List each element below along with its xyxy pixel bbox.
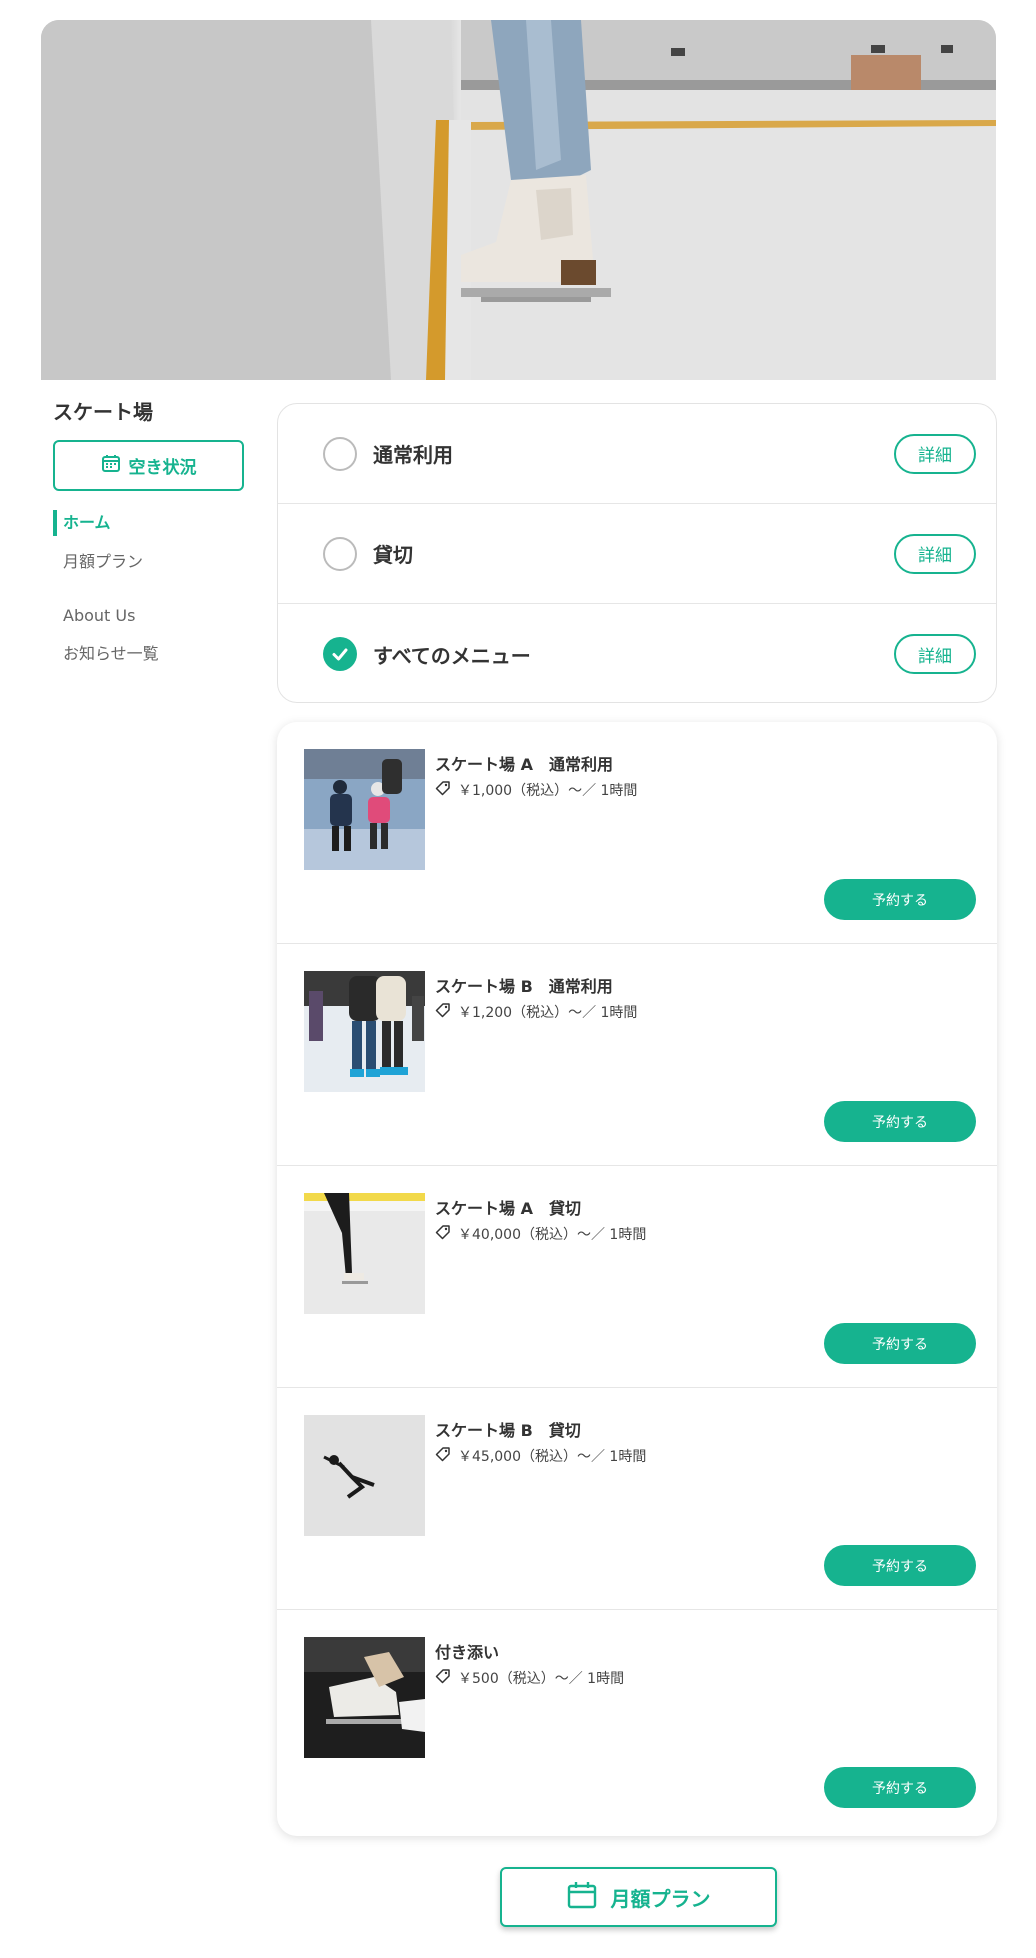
plan-thumbnail: [304, 749, 425, 870]
hero-skate-photo: [41, 20, 996, 380]
plan-price: ￥1,200（税込）〜／ 1時間: [435, 1002, 637, 1022]
detail-button[interactable]: 詳細: [894, 533, 976, 574]
nav-item-about-us[interactable]: About Us: [53, 602, 253, 640]
price-text: ￥40,000（税込）〜／ 1時間: [458, 1227, 647, 1243]
plan-item: スケート場 A 貸切 ￥40,000（税込）〜／ 1時間 予約する: [277, 1166, 997, 1388]
detail-button[interactable]: 詳細: [894, 433, 976, 474]
menu-filter-card: 通常利用 詳細 貸切 詳細 すべてのメニュー 詳細: [277, 403, 997, 703]
tag-icon: [435, 1668, 451, 1688]
price-text: ￥45,000（税込）〜／ 1時間: [458, 1449, 647, 1465]
plan-thumbnail: [304, 1193, 425, 1314]
tag-icon: [435, 780, 451, 800]
calendar-icon: [567, 1881, 597, 1914]
plan-name: 付き添い: [435, 1643, 500, 1662]
filter-row-all[interactable]: すべてのメニュー 詳細: [278, 604, 996, 704]
plan-item: スケート場 B 通常利用 ￥1,200（税込）〜／ 1時間 予約する: [277, 944, 997, 1166]
plan-name: スケート場 B 貸切: [435, 1421, 581, 1440]
tag-icon: [435, 1446, 451, 1466]
reserve-button[interactable]: 予約する: [824, 1545, 976, 1586]
plan-name: スケート場 B 通常利用: [435, 977, 613, 996]
reserve-button[interactable]: 予約する: [824, 879, 976, 920]
plan-price: ￥1,000（税込）〜／ 1時間: [435, 780, 637, 800]
plan-name: スケート場 A 貸切: [435, 1199, 581, 1218]
plan-name: スケート場 A 通常利用: [435, 755, 613, 774]
plan-thumbnail: [304, 1415, 425, 1536]
reserve-button[interactable]: 予約する: [824, 1323, 976, 1364]
hero-image: [41, 20, 996, 380]
reserve-button[interactable]: 予約する: [824, 1767, 976, 1808]
detail-button[interactable]: 詳細: [894, 634, 976, 674]
plan-thumbnail: [304, 1637, 425, 1758]
plan-item: スケート場 B 貸切 ￥45,000（税込）〜／ 1時間 予約する: [277, 1388, 997, 1610]
radio-checked-icon[interactable]: [323, 637, 357, 671]
monthly-plan-label: 月額プラン: [610, 1886, 711, 1911]
availability-label: 空き状況: [128, 458, 197, 478]
plan-price: ￥45,000（税込）〜／ 1時間: [435, 1446, 646, 1466]
monthly-plan-button[interactable]: 月額プラン: [500, 1867, 777, 1927]
plan-item: 付き添い ￥500（税込）〜／ 1時間 予約する: [277, 1610, 997, 1832]
price-text: ￥500（税込）〜／ 1時間: [458, 1671, 625, 1687]
availability-button[interactable]: 空き状況: [53, 440, 244, 491]
nav-item-news-list[interactable]: お知らせ一覧: [53, 640, 253, 678]
plan-price: ￥40,000（税込）〜／ 1時間: [435, 1224, 646, 1244]
price-text: ￥1,000（税込）〜／ 1時間: [458, 783, 638, 799]
plan-item: スケート場 A 通常利用 ￥1,000（税込）〜／ 1時間 予約する: [277, 722, 997, 944]
nav-item-monthly-plan[interactable]: 月額プラン: [53, 548, 253, 586]
plans-list: スケート場 A 通常利用 ￥1,000（税込）〜／ 1時間 予約する スケート場…: [277, 722, 997, 1836]
sidebar-nav: ホーム 月額プラン About Us お知らせ一覧: [53, 510, 253, 678]
plan-price: ￥500（税込）〜／ 1時間: [435, 1668, 624, 1688]
nav-item-home[interactable]: ホーム: [53, 510, 253, 536]
filter-row-private[interactable]: 貸切 詳細: [278, 504, 996, 604]
plan-thumbnail: [304, 971, 425, 1092]
filter-label: 通常利用: [373, 443, 453, 467]
filter-label: 貸切: [373, 543, 413, 567]
tag-icon: [435, 1002, 451, 1022]
reserve-button[interactable]: 予約する: [824, 1101, 976, 1142]
filter-row-regular[interactable]: 通常利用 詳細: [278, 404, 996, 504]
tag-icon: [435, 1224, 451, 1244]
calendar-icon: [101, 453, 121, 478]
price-text: ￥1,200（税込）〜／ 1時間: [458, 1005, 638, 1021]
radio-unchecked-icon[interactable]: [323, 436, 357, 471]
venue-title: スケート場: [53, 400, 153, 424]
filter-label: すべてのメニュー: [373, 643, 531, 668]
radio-unchecked-icon[interactable]: [323, 536, 357, 571]
